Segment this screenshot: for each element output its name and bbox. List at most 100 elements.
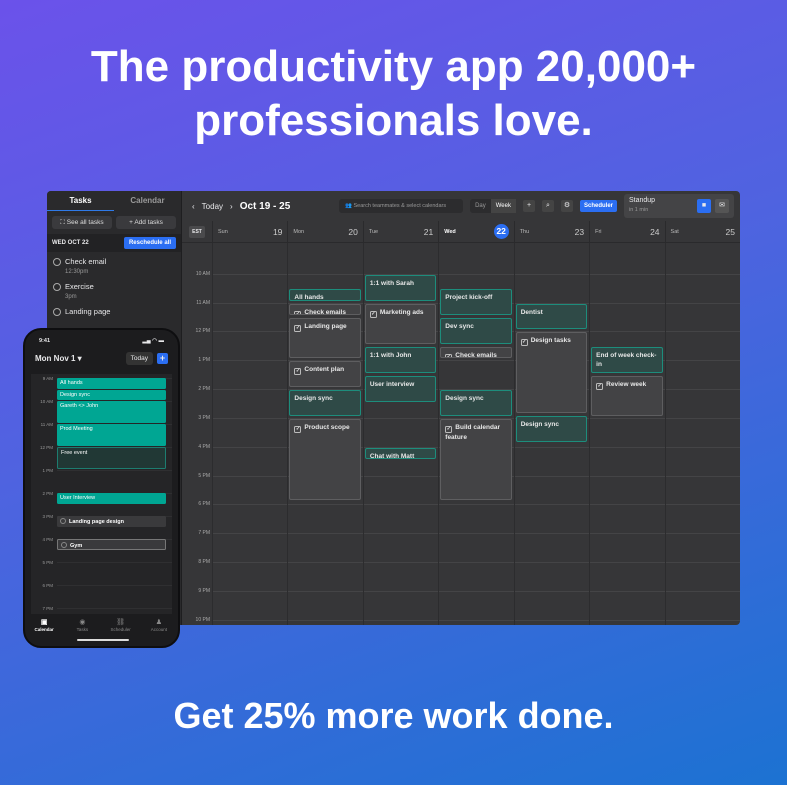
nav-scheduler[interactable]: ⛓ Scheduler [102, 618, 140, 632]
status-time: 9:41 [39, 338, 51, 344]
hour-label: 10 AM [195, 270, 210, 277]
next-event-card[interactable]: Standup in 1 min ■ ✉ [624, 194, 734, 218]
video-call-icon[interactable]: ■ [697, 199, 711, 213]
hour-label: 6 PM [42, 583, 53, 588]
day-header-tue[interactable]: Tue 21 [362, 221, 438, 242]
day-header-sun[interactable]: Sun 19 [212, 221, 287, 242]
task-block[interactable]: ✓ Marketing ads [364, 303, 437, 344]
checkbox-checked-icon[interactable]: ✓ [445, 353, 453, 358]
event-title: Design sync [60, 391, 90, 398]
event-block[interactable]: Dev sync [440, 318, 512, 344]
event-block[interactable]: All hands [289, 289, 361, 301]
hour-label: 7 PM [42, 606, 53, 611]
checkbox-checked-icon[interactable]: ✓ [294, 425, 302, 433]
gear-icon[interactable]: ⚙ [560, 200, 573, 212]
checkbox-checked-icon[interactable]: ✓ [294, 325, 302, 333]
event-block[interactable]: Chat with Matt [364, 447, 437, 460]
task-time: 3pm [65, 294, 77, 301]
add-tasks-button[interactable]: + Add tasks [116, 216, 176, 229]
chevron-down-icon[interactable]: ▾ [75, 354, 82, 363]
event-title: Dev sync [445, 323, 474, 331]
mobile-event[interactable]: Design sync [57, 389, 166, 400]
mobile-today-button[interactable]: Today [125, 352, 153, 365]
task-block[interactable]: ✓ Content plan [289, 361, 361, 388]
add-icon[interactable]: + [157, 353, 168, 364]
nav-account[interactable]: ♟ Account [140, 618, 178, 632]
mobile-event[interactable]: User Interview [57, 493, 166, 504]
check-circle-icon[interactable] [60, 518, 66, 524]
week-view-button[interactable]: Week [490, 199, 516, 213]
checkbox-checked-icon[interactable]: ✓ [596, 382, 604, 390]
scheduler-button[interactable]: Scheduler [579, 200, 617, 212]
toolbar: ‹ Today › Oct 19 - 25 👥 Search teammates… [182, 191, 740, 221]
event-title: 1:1 with Sarah [369, 279, 414, 287]
see-all-tasks-button[interactable]: ⛶ See all tasks [52, 216, 112, 229]
checkbox-checked-icon[interactable]: ✓ [369, 310, 377, 318]
event-block[interactable]: Design sync [515, 416, 588, 442]
plus-icon[interactable]: + [522, 200, 535, 212]
reschedule-all-button[interactable]: Reschedule all [123, 237, 176, 249]
mail-icon[interactable]: ✉ [715, 199, 729, 213]
checkbox-circle-icon[interactable] [53, 283, 61, 292]
mobile-event[interactable]: Gym [57, 539, 166, 550]
day-header-sat[interactable]: Sat 25 [664, 221, 740, 242]
checkbox-checked-icon[interactable]: ✓ [445, 425, 453, 433]
checkbox-checked-icon[interactable]: ✓ [520, 339, 528, 347]
checkbox-checked-icon[interactable]: ✓ [294, 310, 302, 315]
nav-calendar[interactable]: ▣ Calendar [25, 618, 63, 632]
mobile-event[interactable]: Prod Meeting [57, 424, 166, 446]
task-block[interactable]: ✓ Check emails [440, 346, 512, 359]
mobile-event[interactable]: Gareth <> John [57, 401, 166, 423]
hour-line [212, 590, 740, 592]
checkbox-checked-icon[interactable]: ✓ [294, 368, 302, 376]
event-block[interactable]: 1:1 with Sarah [364, 274, 437, 301]
mobile-event[interactable]: All hands [57, 378, 166, 389]
task-item[interactable]: Landing page [47, 302, 181, 321]
task-block[interactable]: ✓ Review week [591, 375, 663, 416]
mobile-date[interactable]: Mon Nov 1 [35, 354, 75, 363]
nav-label: Tasks [76, 627, 89, 632]
task-block[interactable]: ✓ Product scope [289, 418, 361, 500]
event-block[interactable]: Dentist [515, 303, 588, 330]
event-title: Design sync [445, 395, 484, 403]
search-icon[interactable]: ⌕ [541, 200, 554, 212]
task-item[interactable]: Exercise 3pm [47, 277, 181, 302]
task-block[interactable]: ✓ Build calendar feature [440, 418, 512, 500]
mobile-event[interactable]: Free event [57, 447, 166, 469]
event-block[interactable]: Design sync [440, 390, 512, 416]
day-header-mon[interactable]: Mon 20 [287, 221, 362, 242]
task-block[interactable]: ✓ Check emails [289, 303, 361, 316]
event-block[interactable]: End of week check-in [591, 346, 663, 373]
checkbox-circle-icon[interactable] [53, 258, 61, 267]
task-block[interactable]: ✓ Design tasks [515, 332, 588, 414]
task-item[interactable]: Check email 12:30pm [47, 252, 181, 277]
event-title: Chat with Matt [369, 452, 415, 460]
tab-calendar[interactable]: Calendar [114, 191, 181, 211]
event-block[interactable]: Design sync [289, 390, 361, 416]
date-range: Oct 19 - 25 [239, 200, 291, 212]
event-block[interactable]: Project kick-off [440, 289, 512, 316]
day-name: Sat [670, 228, 679, 235]
next-week-button[interactable]: › [230, 202, 233, 211]
check-circle-icon[interactable] [61, 542, 67, 548]
day-view-button[interactable]: Day [470, 199, 491, 213]
day-number: 21 [423, 226, 434, 237]
day-number: 25 [725, 226, 735, 237]
day-header-wed[interactable]: Wed 22 [438, 221, 513, 242]
timezone-badge[interactable]: EST [189, 225, 205, 238]
event-block[interactable]: 1:1 with John [364, 346, 437, 373]
prev-week-button[interactable]: ‹ [192, 202, 195, 211]
day-header-thu[interactable]: Thu 23 [513, 221, 589, 242]
hour-label: 11 AM [196, 299, 210, 306]
nav-tasks[interactable]: ◉ Tasks [63, 618, 101, 632]
hour-label: 4 PM [198, 443, 210, 450]
today-button[interactable]: Today [202, 202, 223, 211]
day-header-fri[interactable]: Fri 24 [589, 221, 664, 242]
event-block[interactable]: User interview [364, 375, 437, 402]
hour-line [212, 619, 740, 621]
checkbox-circle-icon[interactable] [53, 308, 61, 317]
mobile-event[interactable]: Landing page design [57, 516, 166, 527]
tab-tasks[interactable]: Tasks [47, 191, 114, 211]
task-block[interactable]: ✓ Landing page [289, 318, 361, 359]
search-teammates-input[interactable]: 👥 Search teammates & select calendars [339, 199, 464, 213]
